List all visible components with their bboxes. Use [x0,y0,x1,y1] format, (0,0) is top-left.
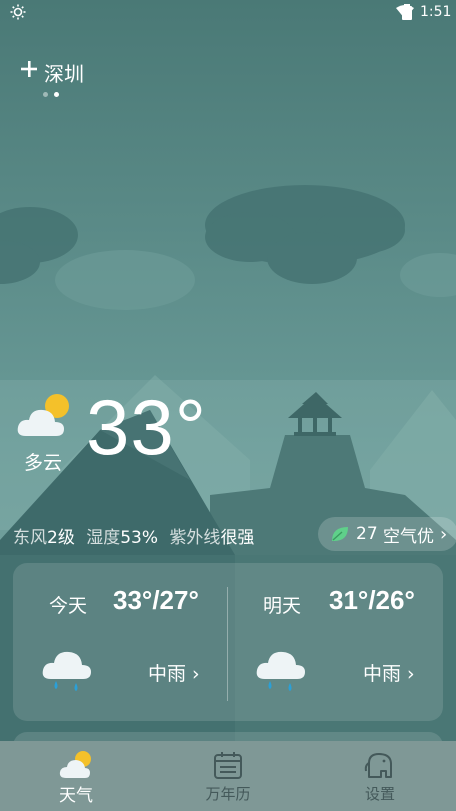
page-dot [43,92,48,97]
forecast-card: 今天 33°/27° 中雨 › 明天 31°/26° 中雨 › [13,563,443,721]
city-name[interactable]: 深圳 [44,58,84,87]
elephant-settings-icon [364,753,392,778]
forecast-day-label: 今天 [49,595,88,617]
wind-value: 2级 [47,528,75,548]
nav-label: 设置 [364,785,395,803]
status-bar: 1:51 [0,0,456,26]
add-city-icon[interactable] [18,58,40,80]
status-time: 1:51 [420,4,452,20]
battery-icon [402,4,412,20]
forecast-condition: 中雨 › [148,663,200,685]
nav-label: 万年历 [205,785,251,803]
leaf-icon [332,527,348,541]
partly-cloudy-icon [17,394,69,436]
page-dot-active [54,92,59,97]
brightness-icon [10,4,26,20]
page-indicator [43,92,59,97]
calendar-icon [214,752,242,779]
forecast-temp: 31°/26° [329,585,415,615]
forecast-condition: 中雨 › [363,663,415,685]
forecast-divider [227,587,228,701]
nav-weather[interactable]: 天气 [26,741,126,811]
wind-label: 东风 [13,528,47,548]
rain-cloud-icon [42,651,91,691]
uv-label: 紫外线 [169,528,221,548]
weather-details: 东风2级 湿度53% 紫外线很强 [13,523,260,548]
weather-icon [59,751,91,778]
rain-cloud-icon [256,651,305,691]
current-temperature: 33° [86,383,207,471]
bottom-nav: 天气 万年历 设置 [0,741,456,811]
air-quality-button[interactable]: 27 空气优 › [318,517,456,551]
nav-label: 天气 [59,786,93,806]
humidity-value: 53% [120,528,159,548]
aqi-value: 27 [356,524,378,544]
aqi-text: 空气优 [383,526,435,547]
forecast-day-label: 明天 [263,595,302,617]
nav-calendar[interactable]: 万年历 [178,741,278,811]
forecast-temp: 33°/27° [113,585,199,615]
chevron-right-icon: › [440,523,448,545]
humidity-label: 湿度 [86,528,121,548]
uv-value: 很强 [220,528,255,548]
current-condition: 多云 [24,452,63,474]
nav-settings[interactable]: 设置 [330,741,430,811]
